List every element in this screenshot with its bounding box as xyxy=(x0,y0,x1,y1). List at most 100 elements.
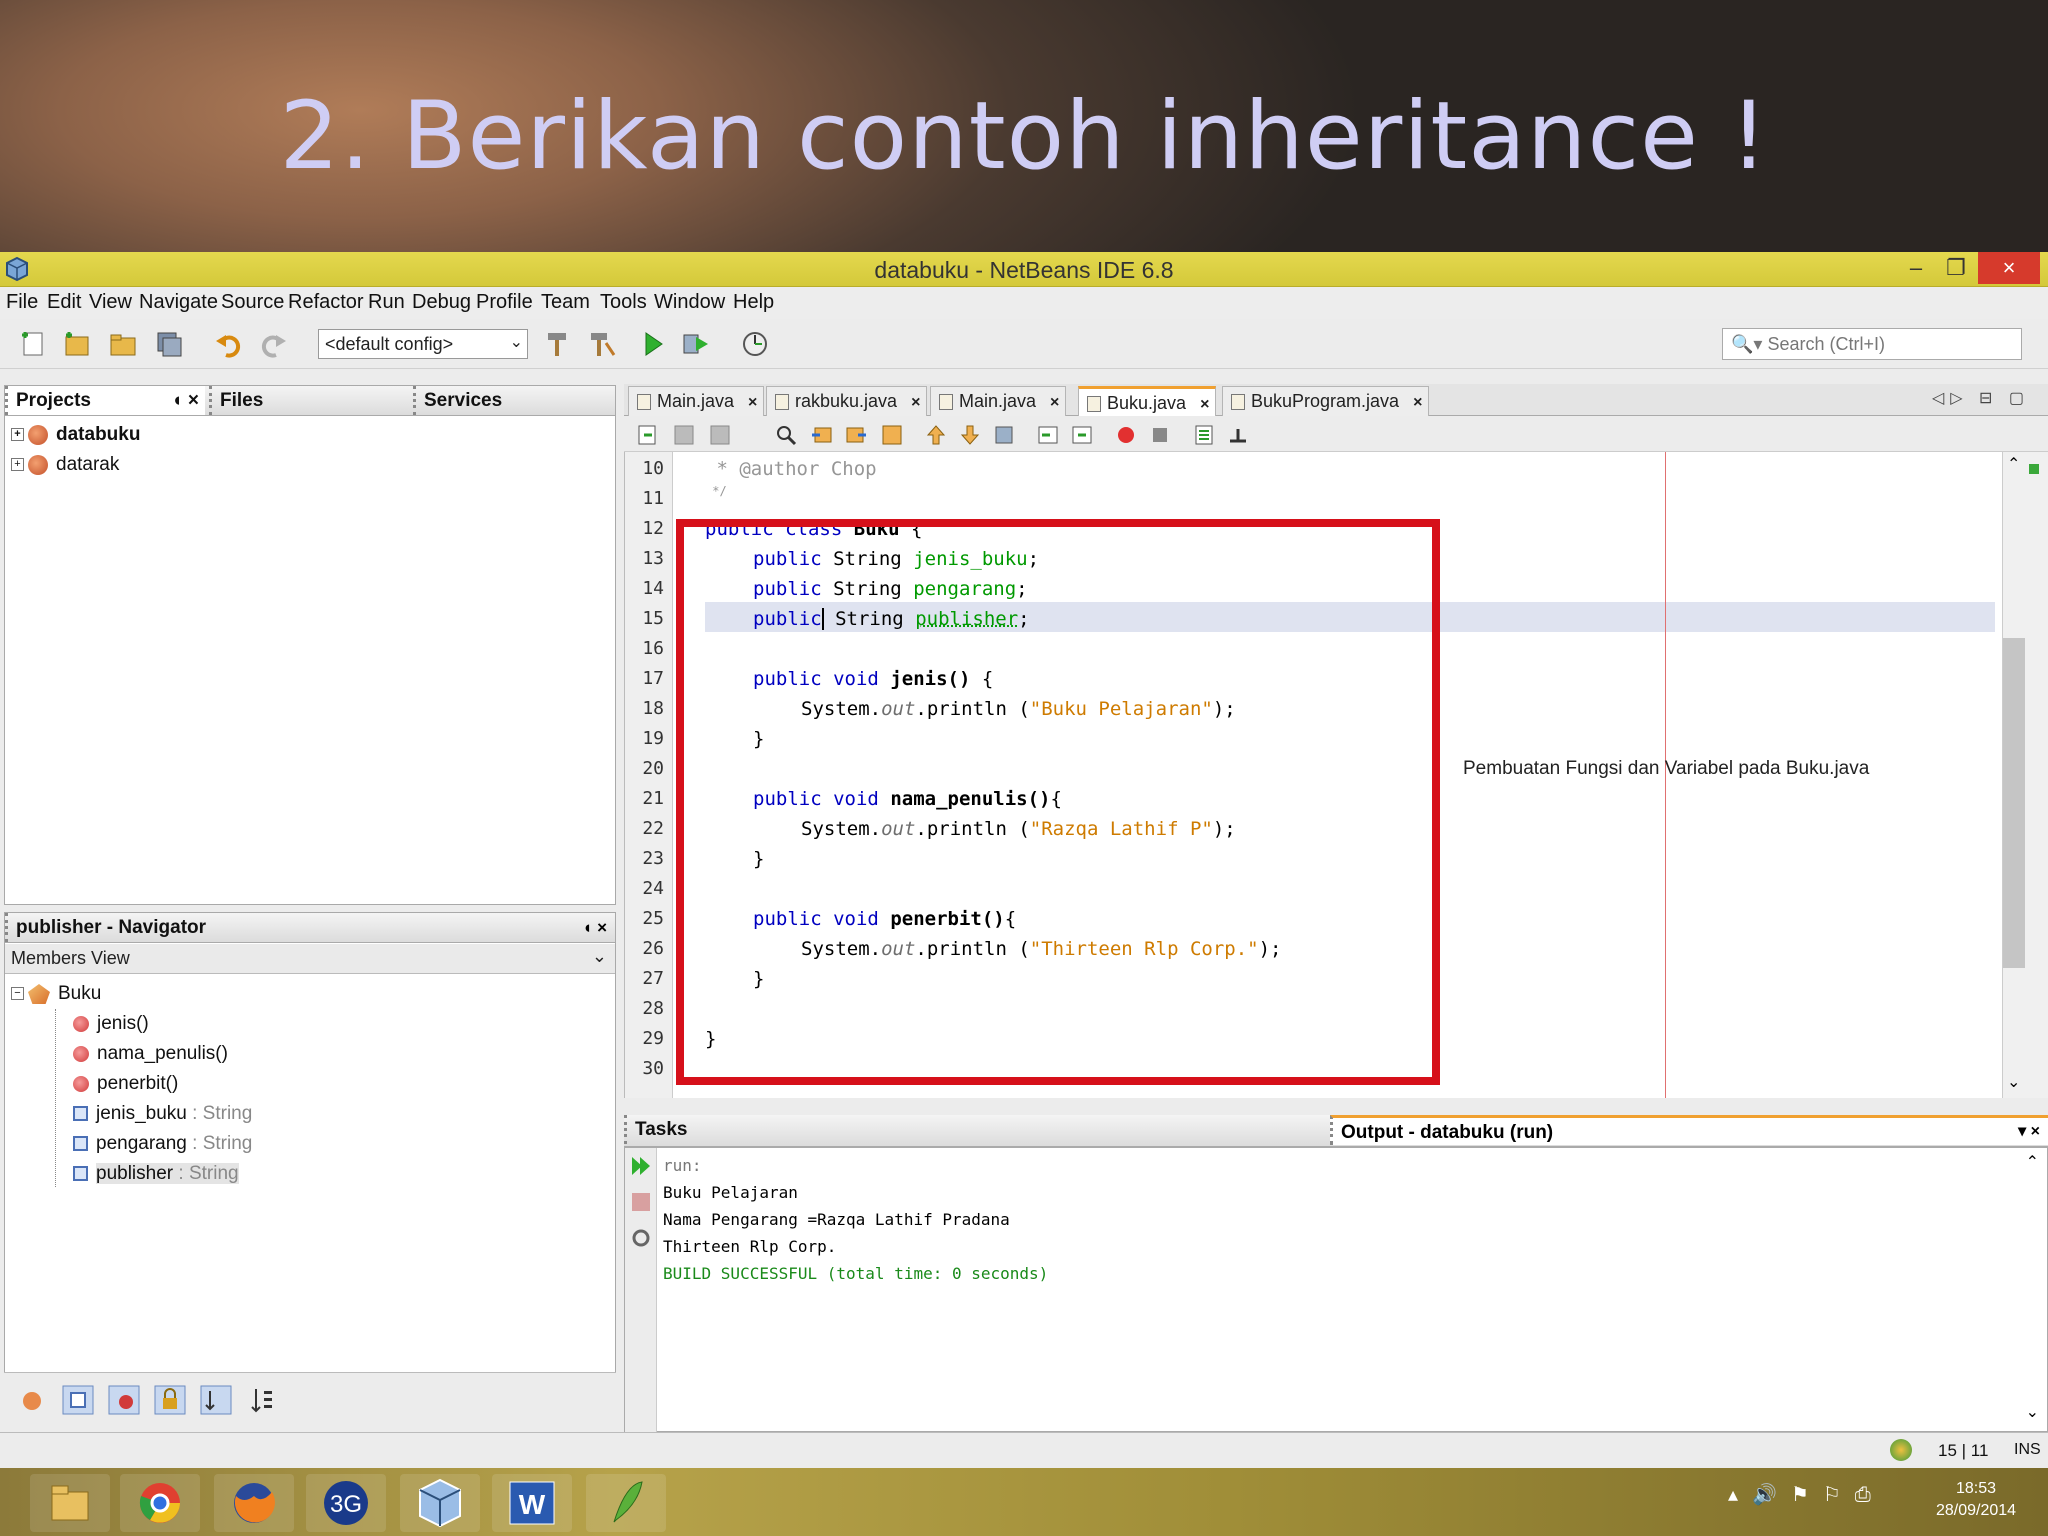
menu-source[interactable]: Source xyxy=(221,291,284,314)
stop-macro-icon[interactable] xyxy=(1148,423,1172,447)
close-icon[interactable]: ◖ × xyxy=(582,918,607,938)
word-icon[interactable]: W xyxy=(492,1474,572,1532)
close-button[interactable]: × xyxy=(1978,252,2040,284)
save-all-icon[interactable] xyxy=(154,329,184,359)
tab-tasks[interactable]: Tasks xyxy=(624,1115,1324,1144)
members-view-dropdown[interactable]: Members View ⌄ xyxy=(5,944,615,974)
run-icon[interactable] xyxy=(638,329,668,359)
last-edit-icon[interactable] xyxy=(636,423,660,447)
sort-alpha-icon[interactable] xyxy=(248,1385,276,1415)
sort-icon[interactable] xyxy=(200,1385,232,1415)
member-pengarang[interactable]: pengarang : String xyxy=(73,1133,252,1159)
project-datarak[interactable]: + datarak xyxy=(11,454,119,480)
tab-output[interactable]: Output - databuku (run) ▾ × xyxy=(1330,1115,2048,1145)
back-icon[interactable] xyxy=(672,423,696,447)
menu-profile[interactable]: Profile xyxy=(476,291,533,314)
tab-main-java[interactable]: Main.java × xyxy=(628,386,765,416)
expand-icon[interactable]: + xyxy=(11,458,24,472)
close-icon[interactable]: × xyxy=(748,394,757,411)
minimize-button[interactable]: – xyxy=(1894,252,1938,284)
3g-modem-icon[interactable]: 3G xyxy=(306,1474,386,1532)
tab-main-java-2[interactable]: Main.java × xyxy=(930,386,1067,416)
member-publisher[interactable]: publisher : String xyxy=(73,1163,239,1189)
scroll-down-icon[interactable]: ⌄ xyxy=(2007,1072,2020,1092)
new-project-icon[interactable] xyxy=(62,329,92,359)
fields-filter-icon[interactable] xyxy=(62,1385,94,1415)
tab-projects[interactable]: Projects ◖ × xyxy=(5,386,205,415)
menu-edit[interactable]: Edit xyxy=(47,291,81,314)
shift-left-icon[interactable] xyxy=(1036,423,1060,447)
expand-icon[interactable]: + xyxy=(11,428,24,442)
redo-icon[interactable] xyxy=(258,329,288,359)
system-tray-icons[interactable]: ▴🔊⚑⚐⎙ xyxy=(1728,1482,1885,1507)
project-databuku[interactable]: + databuku xyxy=(11,424,140,450)
firefox-icon[interactable] xyxy=(214,1474,294,1532)
menu-view[interactable]: View xyxy=(89,291,132,314)
member-penerbit[interactable]: penerbit() xyxy=(73,1073,178,1099)
scrollbar-thumb[interactable] xyxy=(2003,638,2025,968)
profile-icon[interactable] xyxy=(740,329,770,359)
scroll-down-icon[interactable]: ⌄ xyxy=(2026,1402,2039,1422)
close-icon[interactable]: × xyxy=(1413,394,1422,411)
menu-navigate[interactable]: Navigate xyxy=(139,291,218,314)
stop-icon[interactable] xyxy=(629,1190,653,1214)
menu-run[interactable]: Run xyxy=(368,291,405,314)
config-dropdown[interactable]: <default config> ⌄ xyxy=(318,329,528,359)
feather-app-icon[interactable] xyxy=(586,1474,666,1532)
restore-button[interactable]: ❐ xyxy=(1934,252,1978,284)
close-icon[interactable]: × xyxy=(1200,396,1209,413)
close-icon[interactable]: × xyxy=(1050,394,1059,411)
notification-icon[interactable] xyxy=(1890,1439,1912,1461)
scroll-up-icon[interactable]: ⌃ xyxy=(2026,1152,2039,1172)
start-macro-icon[interactable] xyxy=(1114,423,1138,447)
chrome-icon[interactable] xyxy=(120,1474,200,1532)
tab-files[interactable]: Files xyxy=(209,386,409,415)
menu-refactor[interactable]: Refactor xyxy=(288,291,364,314)
output-console[interactable]: run: Buku Pelajaran Nama Pengarang =Razq… xyxy=(624,1147,2048,1433)
settings-icon[interactable] xyxy=(629,1226,653,1250)
build-hammer-icon[interactable] xyxy=(542,329,572,359)
menu-team[interactable]: Team xyxy=(541,291,590,314)
member-nama-penulis[interactable]: nama_penulis() xyxy=(73,1043,228,1069)
rerun-icon[interactable] xyxy=(629,1154,653,1178)
tab-rakbuku-java[interactable]: rakbuku.java × xyxy=(766,386,928,416)
search-input[interactable]: 🔍▾ Search (Ctrl+I) xyxy=(1722,328,2022,360)
netbeans-taskbar-icon[interactable] xyxy=(400,1474,480,1532)
forward-icon[interactable] xyxy=(708,423,732,447)
find-icon[interactable] xyxy=(774,423,798,447)
comment-icon[interactable] xyxy=(1192,423,1216,447)
tab-scroll-controls[interactable]: ◁▷ ⊟ ▢ xyxy=(1932,388,2030,408)
editor-scrollbar[interactable]: ⌃ ⌄ xyxy=(2002,452,2048,1098)
toggle-bookmark-icon[interactable] xyxy=(992,423,1016,447)
next-bookmark-icon[interactable] xyxy=(958,423,982,447)
menu-help[interactable]: Help xyxy=(733,291,774,314)
collapse-icon[interactable]: − xyxy=(11,987,24,1001)
shift-right-icon[interactable] xyxy=(1070,423,1094,447)
clock[interactable]: 18:53 28/09/2014 xyxy=(1916,1478,2036,1522)
tab-bukuprogram-java[interactable]: BukuProgram.java × xyxy=(1222,386,1430,416)
open-project-icon[interactable] xyxy=(108,329,138,359)
toggle-highlight-icon[interactable] xyxy=(880,423,904,447)
inherited-filter-icon[interactable] xyxy=(18,1387,46,1415)
menu-debug[interactable]: Debug xyxy=(412,291,471,314)
tab-services[interactable]: Services xyxy=(413,386,613,415)
new-file-icon[interactable] xyxy=(18,329,48,359)
class-node-buku[interactable]: − Buku xyxy=(11,983,101,1009)
file-explorer-icon[interactable] xyxy=(30,1474,110,1532)
lock-icon[interactable] xyxy=(154,1385,186,1415)
clean-build-icon[interactable] xyxy=(586,329,616,359)
undo-icon[interactable] xyxy=(214,329,244,359)
menu-tools[interactable]: Tools xyxy=(600,291,647,314)
close-icon[interactable]: × xyxy=(911,394,920,411)
tab-buku-java[interactable]: Buku.java × xyxy=(1078,386,1217,416)
member-jenis[interactable]: jenis() xyxy=(73,1013,149,1039)
scroll-up-icon[interactable]: ⌃ xyxy=(2007,454,2020,474)
member-jenis-buku[interactable]: jenis_buku : String xyxy=(73,1103,252,1129)
close-icon[interactable]: ◖ × xyxy=(171,390,199,412)
uncomment-icon[interactable] xyxy=(1226,423,1250,447)
debug-icon[interactable] xyxy=(680,329,710,359)
previous-bookmark-icon[interactable] xyxy=(924,423,948,447)
menu-window[interactable]: Window xyxy=(654,291,725,314)
find-next-icon[interactable] xyxy=(844,423,868,447)
static-filter-icon[interactable] xyxy=(108,1385,140,1415)
